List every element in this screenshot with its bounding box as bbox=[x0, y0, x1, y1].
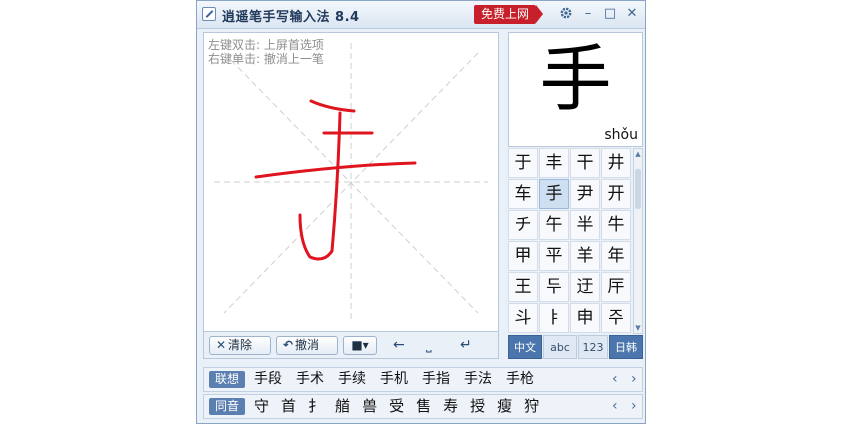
window-title: 逍遥笔手写输入法 8.4 bbox=[222, 10, 360, 25]
homophone-item[interactable]: 授 bbox=[470, 395, 485, 418]
homophone-row: 同音 守首扌艏兽受售寿授瘦狩 ‹ › bbox=[203, 394, 643, 419]
homophone-label: 同音 bbox=[209, 398, 245, 415]
candidate-cell[interactable]: 车 bbox=[508, 179, 538, 209]
candidate-cell[interactable]: 开 bbox=[601, 179, 631, 209]
mode-abc[interactable]: abc bbox=[543, 335, 577, 359]
undo-icon: ↶ bbox=[282, 338, 294, 352]
candidate-cell[interactable]: 王 bbox=[508, 272, 538, 302]
candidate-cell[interactable]: 甲 bbox=[508, 241, 538, 271]
association-item[interactable]: 手枪 bbox=[506, 368, 534, 391]
scroll-thumb[interactable] bbox=[635, 169, 641, 209]
canvas-toolbar: ✕ 清除 ↶ 撤消 ■▾ ← ⎵ ↵ bbox=[203, 332, 499, 359]
close-icon: ✕ bbox=[215, 338, 227, 352]
pen-app-icon bbox=[202, 7, 216, 21]
undo-button[interactable]: ↶ 撤消 bbox=[276, 336, 338, 355]
homophone-item[interactable]: 瘦 bbox=[497, 395, 512, 418]
candidate-cell[interactable]: 羊 bbox=[570, 241, 600, 271]
candidate-cell[interactable]: 半 bbox=[570, 210, 600, 240]
association-list: 手段 手术 手续 手机 手指 手法 手枪 bbox=[254, 368, 548, 391]
clear-label: 清除 bbox=[228, 338, 253, 352]
character-preview: 手 shǒu bbox=[508, 32, 643, 147]
homophone-item[interactable]: 狩 bbox=[524, 395, 539, 418]
homophone-item[interactable]: 首 bbox=[281, 395, 296, 418]
homophone-list: 守首扌艏兽受售寿授瘦狩 bbox=[254, 395, 551, 418]
camera-icon: ■▾ bbox=[351, 338, 369, 352]
association-item[interactable]: 手术 bbox=[296, 368, 324, 391]
mode-jp-kr[interactable]: 日韩 bbox=[609, 335, 643, 359]
candidate-grid: 于丰干井车手尹开チ午半牛甲平羊年王두迂厈斗ㅑ申주 bbox=[508, 148, 632, 334]
candidate-cell[interactable]: 午 bbox=[539, 210, 569, 240]
mode-numbers[interactable]: 123 bbox=[578, 335, 608, 359]
guide-lines bbox=[214, 43, 488, 323]
association-next-icon[interactable]: › bbox=[631, 368, 637, 391]
candidate-cell[interactable]: 年 bbox=[601, 241, 631, 271]
candidate-scrollbar[interactable]: ▲ ▼ bbox=[633, 148, 643, 334]
homophone-item[interactable]: 售 bbox=[416, 395, 431, 418]
candidate-cell[interactable]: チ bbox=[508, 210, 538, 240]
association-prev-icon[interactable]: ‹ bbox=[612, 368, 618, 391]
preview-character: 手 bbox=[539, 37, 612, 121]
maximize-button[interactable]: □ bbox=[602, 6, 618, 22]
candidate-cell[interactable]: 尹 bbox=[570, 179, 600, 209]
mode-chinese[interactable]: 中文 bbox=[508, 335, 542, 359]
minimize-button[interactable]: – bbox=[580, 6, 596, 22]
scroll-up-icon[interactable]: ▲ bbox=[634, 149, 642, 159]
candidate-cell[interactable]: 手 bbox=[539, 179, 569, 209]
space-icon[interactable]: ⎵ bbox=[426, 337, 432, 353]
handwriting-ime-window: 逍遥笔手写输入法 8.4 免费上网 – □ ✕ 左键双击: 上屏首选项 右键单击… bbox=[196, 0, 646, 424]
close-button[interactable]: ✕ bbox=[624, 6, 640, 22]
clear-button[interactable]: ✕ 清除 bbox=[209, 336, 271, 355]
gear-icon[interactable] bbox=[558, 6, 574, 22]
association-item[interactable]: 手法 bbox=[464, 368, 492, 391]
homophone-next-icon[interactable]: › bbox=[631, 395, 637, 418]
homophone-item[interactable]: 守 bbox=[254, 395, 269, 418]
association-item[interactable]: 手机 bbox=[380, 368, 408, 391]
preview-pinyin: shǒu bbox=[604, 127, 638, 143]
candidate-cell[interactable]: 平 bbox=[539, 241, 569, 271]
handwriting-canvas[interactable]: 左键双击: 上屏首选项 右键单击: 撤消上一笔 bbox=[203, 32, 499, 332]
candidate-cell[interactable]: 牛 bbox=[601, 210, 631, 240]
candidate-cell[interactable]: 干 bbox=[570, 148, 600, 178]
homophone-item[interactable]: 受 bbox=[389, 395, 404, 418]
canvas-drawing bbox=[214, 43, 488, 323]
candidate-cell[interactable]: 迂 bbox=[570, 272, 600, 302]
association-item[interactable]: 手段 bbox=[254, 368, 282, 391]
gear-icon-graphic bbox=[560, 7, 572, 19]
homophone-item[interactable]: 寿 bbox=[443, 395, 458, 418]
candidate-cell[interactable]: 于 bbox=[508, 148, 538, 178]
homophone-item[interactable]: 兽 bbox=[362, 395, 377, 418]
enter-icon[interactable]: ↵ bbox=[460, 337, 472, 353]
undo-label: 撤消 bbox=[295, 338, 320, 352]
candidate-cell[interactable]: 厈 bbox=[601, 272, 631, 302]
handwritten-strokes bbox=[254, 99, 417, 261]
homophone-prev-icon[interactable]: ‹ bbox=[612, 395, 618, 418]
scroll-down-icon[interactable]: ▼ bbox=[634, 323, 642, 333]
candidate-cell[interactable]: 斗 bbox=[508, 303, 538, 333]
association-row: 联想 手段 手术 手续 手机 手指 手法 手枪 ‹ › bbox=[203, 367, 643, 392]
candidate-cell[interactable]: 井 bbox=[601, 148, 631, 178]
candidate-cell[interactable]: 두 bbox=[539, 272, 569, 302]
free-internet-button[interactable]: 免费上网 bbox=[474, 5, 543, 24]
association-item[interactable]: 手续 bbox=[338, 368, 366, 391]
candidate-cell[interactable]: 申 bbox=[570, 303, 600, 333]
homophone-item[interactable]: 艏 bbox=[335, 395, 350, 418]
input-mode-bar: 中文 abc 123 日韩 bbox=[508, 335, 643, 359]
title-bar[interactable]: 逍遥笔手写输入法 8.4 免费上网 – □ ✕ bbox=[197, 1, 645, 29]
candidate-cell[interactable]: ㅑ bbox=[539, 303, 569, 333]
homophone-item[interactable]: 扌 bbox=[308, 395, 323, 418]
association-label: 联想 bbox=[209, 371, 245, 388]
association-item[interactable]: 手指 bbox=[422, 368, 450, 391]
camera-dropdown-button[interactable]: ■▾ bbox=[343, 336, 377, 355]
candidate-cell[interactable]: 주 bbox=[601, 303, 631, 333]
backspace-icon[interactable]: ← bbox=[393, 337, 405, 353]
candidate-cell[interactable]: 丰 bbox=[539, 148, 569, 178]
